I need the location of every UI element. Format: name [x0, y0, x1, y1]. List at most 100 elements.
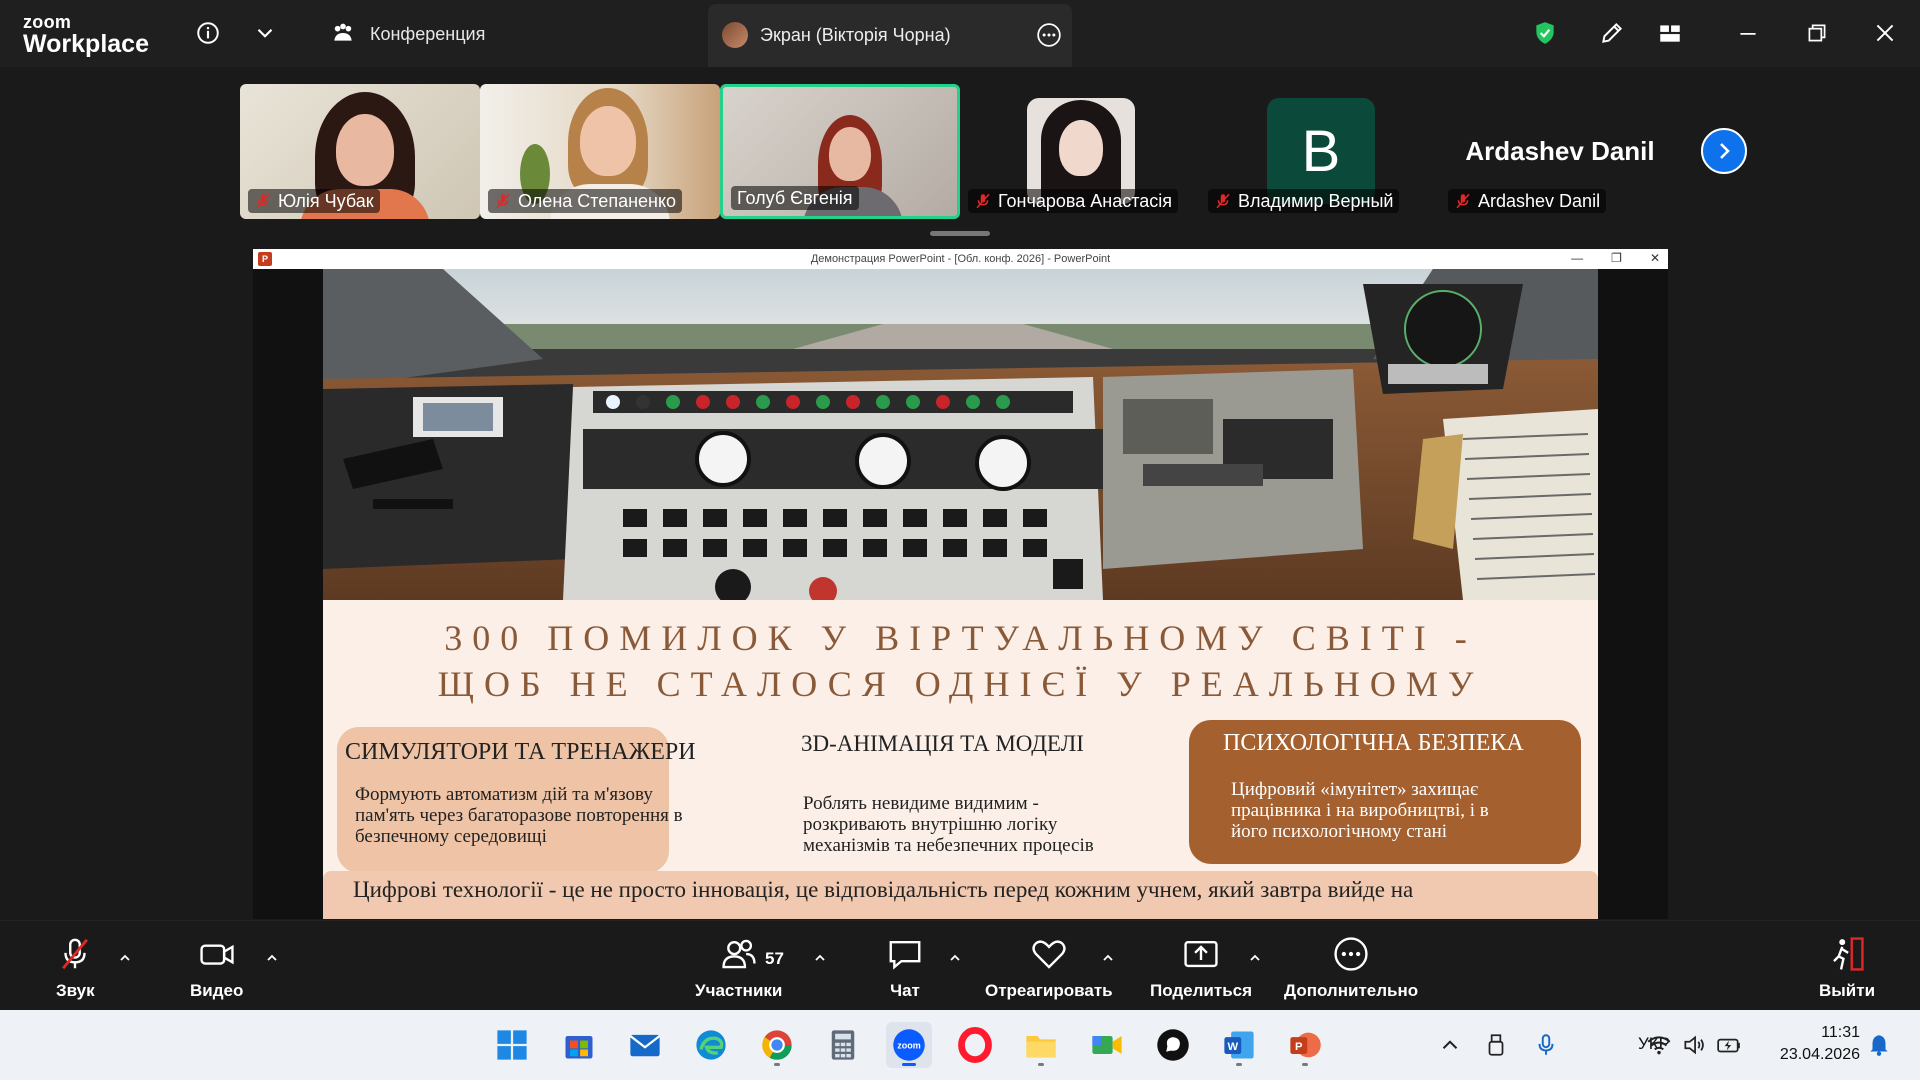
participants-count: 57 [765, 949, 784, 968]
psych-safety-heading: ПСИХОЛОГІЧНА БЕЗПЕКА [1223, 730, 1524, 756]
powerpoint-app-icon[interactable]: P [1282, 1022, 1328, 1068]
security-shield-icon[interactable] [1530, 18, 1560, 48]
meeting-toolbar: Звук Видео Участники 57 Чат Отреагироват… [0, 920, 1920, 1010]
file-explorer-icon[interactable] [1018, 1022, 1064, 1068]
chevron-right-icon [1720, 143, 1730, 159]
participants-paw-icon [328, 18, 358, 48]
participant-tile[interactable]: B Владимир Верный [1200, 84, 1440, 219]
notification-bell-icon[interactable] [1866, 1032, 1892, 1058]
animation-heading: 3D-АНІМАЦІЯ ТА МОДЕЛІ [801, 731, 1084, 756]
audio-options-caret-icon[interactable] [118, 951, 132, 965]
word-app-icon[interactable]: W [1216, 1022, 1262, 1068]
powerpoint-titlebar: P Демонстрация PowerPoint - [Обл. конф. … [253, 249, 1668, 269]
more-button[interactable]: Дополнительно [1284, 935, 1418, 1001]
react-button[interactable]: Отреагировать [985, 935, 1113, 1001]
calculator-icon[interactable] [820, 1022, 866, 1068]
participant-name-badge: Голуб Євгенія [731, 186, 859, 210]
pp-minimize-icon: — [1571, 251, 1584, 265]
muted-mic-icon [1216, 193, 1230, 209]
participant-name: Голуб Євгенія [737, 187, 853, 208]
info-icon[interactable] [193, 18, 223, 48]
microphone-tray-icon[interactable] [1533, 1032, 1559, 1058]
mail-icon[interactable] [622, 1022, 668, 1068]
simulators-body: Формують автоматизм дій та м'язову пам'я… [355, 784, 683, 847]
powerpoint-window-title: Демонстрация PowerPoint - [Обл. конф. 20… [810, 253, 1111, 265]
muted-mic-icon [256, 193, 270, 209]
clock-time: 11:31 [1821, 1024, 1860, 1041]
participant-display-name: Ardashev Danil [1465, 136, 1655, 166]
simulators-heading: СИМУЛЯТОРИ ТА ТРЕНАЖЕРИ [345, 739, 696, 765]
svg-text:zoom: zoom [897, 1040, 921, 1050]
participant-tile[interactable]: Олена Степаненко [480, 84, 720, 219]
zoom-window: zoom Workplace Конференция Экран (Віктор… [0, 0, 1920, 1080]
svg-text:P: P [1295, 1041, 1303, 1053]
leave-button[interactable]: Выйти [1819, 935, 1875, 1001]
strip-resize-handle[interactable] [930, 231, 990, 236]
participant-tile-active-speaker[interactable]: Голуб Євгенія [720, 84, 960, 219]
clock-date: 23.04.2026 [1779, 1046, 1860, 1063]
opera-browser-icon[interactable] [952, 1022, 998, 1068]
chat-button[interactable]: Чат [886, 935, 924, 1001]
react-options-caret-icon[interactable] [1101, 951, 1115, 965]
share-screen-icon [1184, 940, 1218, 968]
usb-device-icon[interactable] [1483, 1032, 1509, 1058]
participant-tile[interactable]: Гончарова Анастасія [960, 84, 1200, 219]
screen-share-tab[interactable]: Экран (Вікторія Чорна) [708, 4, 1072, 67]
participant-name-badge: Гончарова Анастасія [968, 189, 1179, 213]
chat-app-icon[interactable] [1150, 1022, 1196, 1068]
muted-microphone-icon [62, 938, 89, 970]
next-participants-button[interactable] [1701, 128, 1747, 174]
start-windows-icon[interactable] [489, 1022, 535, 1068]
chat-bubble-icon [889, 940, 921, 970]
animation-body: Роблять невидиме видимим - розкривають в… [803, 793, 1094, 856]
participant-name: Олена Степаненко [518, 190, 677, 211]
slide-title-line2: ЩОБ НЕ СТАЛОСЯ ОДНІЄЇ У РЕАЛЬНОМУ [437, 664, 1484, 704]
video-button[interactable]: Видео [190, 935, 243, 1001]
participant-name: Гончарова Анастасія [998, 190, 1173, 211]
minimize-icon[interactable] [1733, 18, 1763, 48]
windows-taskbar: zoom W P УКР 11:31 23.04.2026 [0, 1010, 1920, 1080]
participants-options-caret-icon[interactable] [813, 951, 827, 965]
svg-text:W: W [1228, 1041, 1239, 1053]
volume-icon[interactable] [1681, 1032, 1707, 1058]
locomotive-cab-image [323, 269, 1598, 600]
more-options-icon[interactable] [1034, 20, 1064, 50]
chevron-up-icon[interactable] [1437, 1032, 1463, 1058]
chrome-browser-icon[interactable] [754, 1022, 800, 1068]
chat-options-caret-icon[interactable] [948, 951, 962, 965]
meet-video-icon[interactable] [1084, 1022, 1130, 1068]
video-options-caret-icon[interactable] [265, 951, 279, 965]
battery-charging-icon[interactable] [1716, 1032, 1742, 1058]
participant-tile[interactable]: Юлія Чубак [240, 84, 480, 219]
slide-footer-text: Цифрові технології - це не просто іннова… [353, 877, 1414, 902]
edge-browser-icon[interactable] [688, 1022, 734, 1068]
chevron-down-icon[interactable] [250, 18, 280, 48]
powerpoint-window-controls: — ❐ ✕ [1571, 251, 1660, 265]
people-icon [722, 939, 756, 969]
zoom-workplace-logo: zoom Workplace [23, 13, 149, 57]
conference-label[interactable]: Конференция [370, 24, 485, 45]
microsoft-store-icon[interactable] [556, 1022, 602, 1068]
video-camera-icon [200, 944, 234, 965]
view-grid-icon[interactable] [1655, 18, 1685, 48]
annotate-pen-icon[interactable] [1597, 18, 1627, 48]
participant-tile[interactable]: Ardashev Danil Ardashev Danil [1440, 84, 1680, 219]
close-icon[interactable] [1870, 18, 1900, 48]
participant-name-badge: Владимир Верный [1208, 189, 1400, 213]
wifi-icon[interactable] [1646, 1032, 1672, 1058]
audio-button[interactable]: Звук [56, 935, 95, 1001]
participant-name-badge: Юлія Чубак [248, 189, 380, 213]
participant-name-badge: Ardashev Danil [1448, 189, 1607, 213]
psych-safety-body: Цифровий «імунітет» захищає працівника і… [1231, 779, 1489, 842]
heart-icon [1032, 940, 1066, 969]
system-clock[interactable]: 11:31 23.04.2026 [1780, 1022, 1860, 1066]
slide-title-line1: 300 ПОМИЛОК У ВІРТУАЛЬНОМУ СВІТІ - [444, 618, 1477, 658]
zoom-app-icon[interactable]: zoom [886, 1022, 932, 1068]
share-options-caret-icon[interactable] [1248, 951, 1262, 965]
powerpoint-logo-icon: P [258, 252, 272, 266]
muted-mic-icon [976, 193, 990, 209]
participant-name: Ardashev Danil [1478, 190, 1601, 211]
restore-icon[interactable] [1802, 18, 1832, 48]
presentation-slide: 300 ПОМИЛОК У ВІРТУАЛЬНОМУ СВІТІ - ЩОБ Н… [323, 269, 1598, 919]
share-screen-button[interactable]: Поделиться [1150, 935, 1252, 1001]
